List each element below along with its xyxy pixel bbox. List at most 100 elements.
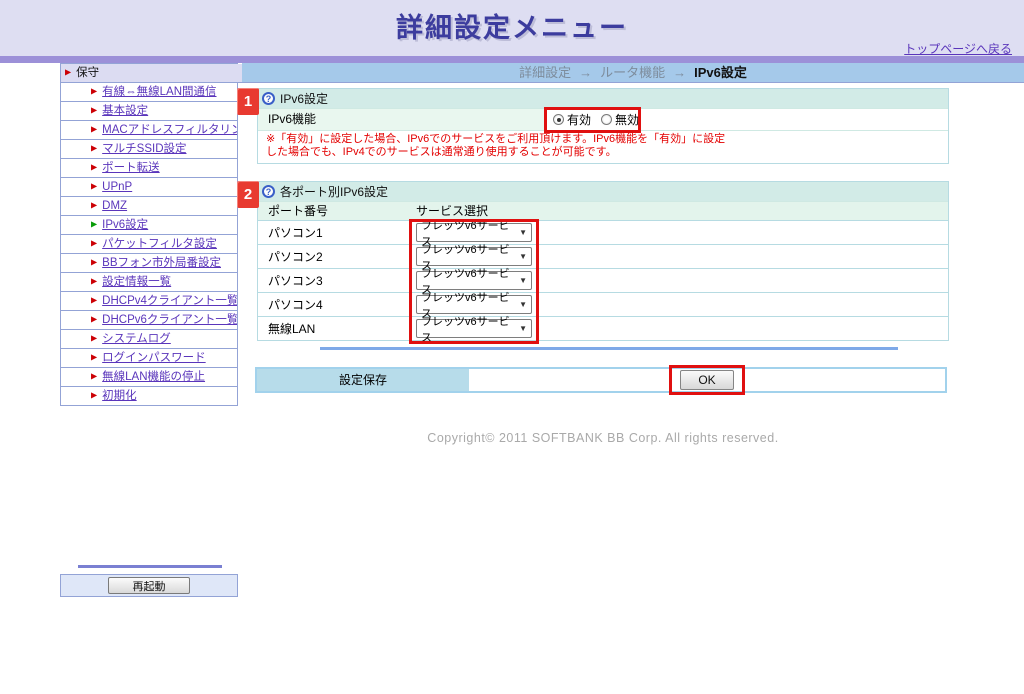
radio-option-label: 無効 [615, 111, 639, 128]
save-settings-row: 設定保存 OK [255, 367, 947, 393]
triangle-bullet-icon: ▶ [91, 273, 97, 291]
port-table-body: パソコン1フレッツv6サービス▼パソコン2フレッツv6サービス▼パソコン3フレッ… [258, 220, 948, 340]
sidebar-item[interactable]: ▶ ログインパスワード [61, 349, 237, 368]
radio-option-selected[interactable]: 有効 [553, 111, 591, 128]
sidebar-item[interactable]: ▶基本設定 [61, 102, 237, 121]
sidebar-item-label: マルチSSID設定 [102, 140, 186, 158]
triangle-bullet-icon: ▶ [91, 292, 97, 310]
restart-button-box: 再起動 [60, 574, 238, 597]
port-table-row: パソコン3フレッツv6サービス▼ [258, 268, 948, 292]
radio-option-unselected[interactable]: 無効 [601, 111, 639, 128]
ipv6-function-row: IPv6機能 有効 無効 [258, 108, 948, 130]
sidebar-item-label: パケットフィルタ設定 [102, 235, 217, 253]
port-name-cell: パソコン3 [258, 272, 416, 289]
triangle-bullet-icon: ▶ [91, 121, 97, 139]
section-ipv6-header: ? IPv6設定 [258, 89, 948, 108]
sidebar-item[interactable]: ▶マルチSSID設定 [61, 140, 237, 159]
triangle-bullet-icon: ▶ [91, 197, 97, 215]
triangle-bullet-icon: ▶ [91, 349, 97, 367]
breadcrumb-arrow-icon: → [579, 65, 592, 80]
service-select-dropdown[interactable]: フレッツv6サービス▼ [416, 247, 532, 266]
chevron-down-icon: ▼ [519, 276, 527, 285]
content-divider [320, 347, 898, 350]
dropdown-selected-value: フレッツv6サービス [421, 313, 519, 345]
section-port-ipv6: ? 各ポート別IPv6設定 ポート番号 サービス選択 パソコン1フレッツv6サー… [257, 181, 949, 341]
port-name-cell: パソコン2 [258, 248, 416, 265]
sidebar-item[interactable]: ▶設定情報一覧 [61, 273, 237, 292]
sidebar-item[interactable]: ▶ DHCPv4クライアント一覧 [61, 292, 237, 311]
service-select-dropdown[interactable]: フレッツv6サービス▼ [416, 295, 532, 314]
sidebar-item[interactable]: ▶ パケットフィルタ設定 [61, 235, 237, 254]
sidebar-item-label: システムログ [102, 330, 171, 348]
sidebar-item[interactable]: ▶ DHCPv6クライアント一覧 [61, 311, 237, 330]
ok-button[interactable]: OK [680, 370, 734, 390]
sidebar-item-label: 初期化 [102, 387, 137, 405]
radio-button-icon[interactable] [553, 114, 564, 125]
port-table-row: 無線LANフレッツv6サービス▼ [258, 316, 948, 340]
breadcrumb-item: IPv6設定 [694, 65, 747, 80]
chevron-down-icon: ▼ [519, 324, 527, 333]
sidebar-item-label: 有線⇔無線LAN間通信 [102, 83, 216, 101]
triangle-bullet-icon: ▶ [91, 368, 97, 386]
sidebar-item-label: DHCPv4クライアント一覧 [102, 292, 237, 310]
sidebar-item-label: 無線LAN機能の停止 [102, 368, 205, 386]
breadcrumb-item: 詳細設定 [519, 65, 571, 80]
help-icon[interactable]: ? [262, 185, 275, 198]
breadcrumb-item: ルータ機能 [600, 65, 665, 80]
sidebar-divider [78, 565, 222, 568]
sidebar-item[interactable]: ▶初期化 [61, 387, 237, 406]
sidebar-item-label: DMZ [102, 197, 127, 215]
port-table-row: パソコン4フレッツv6サービス▼ [258, 292, 948, 316]
sidebar-item-label: DHCPv6クライアント一覧 [102, 311, 237, 329]
help-icon[interactable]: ? [262, 92, 275, 105]
sidebar-item-label: 基本設定 [102, 102, 148, 120]
header-divider-bar [0, 56, 1024, 63]
sidebar-item[interactable]: ▶UPnP [61, 178, 237, 197]
section-ipv6-setting: ? IPv6設定 IPv6機能 有効 無効 ※「有効」に設定した場合、IPv6での… [257, 88, 949, 164]
triangle-bullet-icon: ▶ [91, 83, 97, 101]
router-admin-page: 詳細設定メニュー トップページへ戻る ▶詳細設定▶有線・無線LAN共通▶IPアド… [0, 0, 1024, 694]
step-badge-2: 2 [237, 181, 259, 208]
sidebar-item[interactable]: ▶ポート転送 [61, 159, 237, 178]
copyright-text: Copyright© 2011 SOFTBANK BB Corp. All ri… [257, 431, 949, 445]
triangle-bullet-icon: ▶ [91, 178, 97, 196]
page-header: 詳細設定メニュー トップページへ戻る [0, 0, 1024, 56]
sidebar-item[interactable]: ▶ 無線LAN機能の停止 [61, 368, 237, 387]
ipv6-note: ※「有効」に設定した場合、IPv6でのサービスをご利用頂けます。IPv6機能を「… [258, 130, 948, 163]
page-title: 詳細設定メニュー [0, 6, 1024, 45]
sidebar-item[interactable]: ▶ DMZ [61, 197, 237, 216]
chevron-down-icon: ▼ [519, 300, 527, 309]
port-table-header: ポート番号 サービス選択 [258, 201, 948, 220]
triangle-bullet-icon: ▶ [91, 235, 97, 253]
step-badge-1: 1 [237, 88, 259, 115]
section-port-header: ? 各ポート別IPv6設定 [258, 182, 948, 201]
sidebar-item[interactable]: ▶ システムログ [61, 330, 237, 349]
save-settings-label: 設定保存 [257, 369, 469, 391]
save-settings-body: OK [469, 369, 945, 391]
section-port-title: 各ポート別IPv6設定 [280, 183, 388, 200]
chevron-down-icon: ▼ [519, 228, 527, 237]
service-select-dropdown[interactable]: フレッツv6サービス▼ [416, 271, 532, 290]
ipv6-function-label: IPv6機能 [258, 109, 546, 130]
service-select-dropdown[interactable]: フレッツv6サービス▼ [416, 319, 532, 338]
sidebar-item-label: IPv6設定 [102, 216, 148, 234]
triangle-bullet-icon: ▶ [91, 311, 97, 329]
port-name-cell: パソコン1 [258, 224, 416, 241]
ipv6-function-radio-group: 有効 無効 [546, 109, 948, 130]
sidebar-item[interactable]: ▶BBフォン市外局番設定 [61, 254, 237, 273]
top-page-link[interactable]: トップページへ戻る [904, 40, 1012, 57]
sidebar-item[interactable]: ▶IPv6設定 [61, 216, 237, 235]
ipv6-note-line-1: ※「有効」に設定した場合、IPv6でのサービスをご利用頂けます。IPv6機能を「… [266, 133, 942, 146]
sidebar-item[interactable]: ▶ 有線⇔無線LAN間通信 [61, 83, 237, 102]
port-table-row: パソコン1フレッツv6サービス▼ [258, 220, 948, 244]
sidebar-item-label: 保守 [76, 64, 99, 82]
sidebar-item[interactable]: ▶MACアドレスフィルタリング [61, 121, 237, 140]
port-table-row: パソコン2フレッツv6サービス▼ [258, 244, 948, 268]
breadcrumb: 詳細設定→ルータ機能→IPv6設定 [242, 63, 1024, 82]
sidebar-item-label: ログインパスワード [102, 349, 206, 367]
service-select-dropdown[interactable]: フレッツv6サービス▼ [416, 223, 532, 242]
radio-button-icon[interactable] [601, 114, 612, 125]
sidebar-item-label: BBフォン市外局番設定 [102, 254, 221, 272]
restart-button[interactable]: 再起動 [108, 577, 190, 594]
triangle-bullet-icon: ▶ [91, 330, 97, 348]
